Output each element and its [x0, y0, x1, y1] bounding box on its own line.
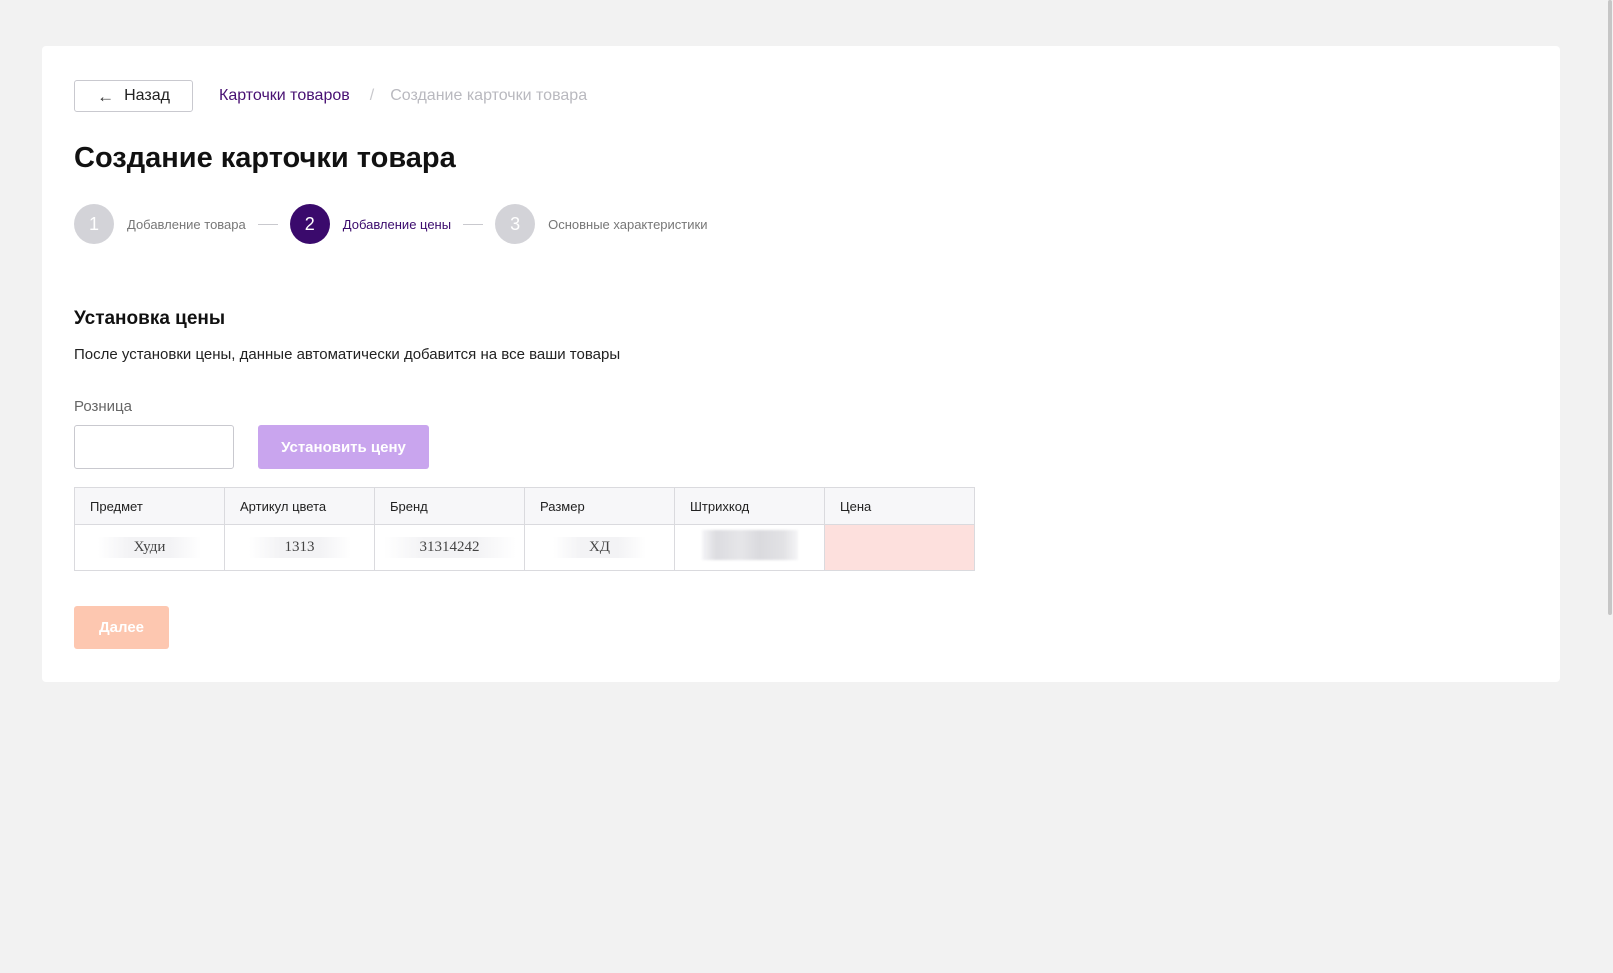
main-card: ← Назад Карточки товаров / Создание карт… — [42, 46, 1560, 682]
barcode-blurred — [701, 530, 798, 560]
step-connector — [257, 223, 278, 225]
column-header-subject: Предмет — [74, 487, 225, 525]
breadcrumb-current: Создание карточки товара — [390, 87, 588, 104]
step-number-1: 1 — [74, 204, 114, 244]
column-header-color-article: Артикул цвета — [224, 487, 375, 525]
set-price-button[interactable]: Установить цену — [258, 425, 429, 469]
column-header-size: Размер — [524, 487, 675, 525]
step-add-price: 2 Добавление цены — [289, 204, 452, 244]
column-header-price: Цена — [824, 487, 975, 525]
step-label-main-characteristics: Основные характеристики — [548, 216, 708, 232]
cell-price[interactable] — [824, 524, 975, 571]
cell-subject: Худи — [74, 524, 225, 571]
retail-field-label: Розница — [74, 398, 132, 415]
next-button[interactable]: Далее — [74, 606, 169, 649]
back-button[interactable]: ← Назад — [74, 80, 193, 112]
table-header-row: Предмет Артикул цвета Бренд Размер Штрих… — [74, 487, 975, 525]
step-add-product: 1 Добавление товара — [74, 204, 246, 244]
table-row: Худи 1313 31314242 ХД — [74, 524, 975, 571]
step-connector — [463, 223, 484, 225]
cell-size: ХД — [524, 524, 675, 571]
products-table: Предмет Артикул цвета Бренд Размер Штрих… — [74, 487, 975, 571]
step-label-add-product: Добавление товара — [127, 216, 246, 232]
step-number-2: 2 — [289, 204, 330, 244]
breadcrumb-link-product-cards[interactable]: Карточки товаров — [219, 87, 350, 105]
retail-price-input[interactable] — [74, 425, 234, 469]
column-header-brand: Бренд — [374, 487, 525, 525]
cell-color-article-value: 1313 — [248, 537, 351, 558]
step-number-3: 3 — [495, 204, 536, 244]
step-label-add-price: Добавление цены — [342, 216, 452, 232]
arrow-left-icon: ← — [97, 86, 115, 106]
cell-brand: 31314242 — [374, 524, 525, 571]
breadcrumb: Карточки товаров / Создание карточки тов… — [219, 87, 587, 105]
section-title-price: Установка цены — [74, 308, 226, 329]
cell-brand-value: 31314242 — [383, 537, 516, 558]
column-header-barcode: Штрихкод — [674, 487, 825, 525]
top-bar: ← Назад Карточки товаров / Создание карт… — [74, 80, 587, 112]
section-description: После установки цены, данные автоматичес… — [74, 346, 621, 363]
page-scrollbar[interactable] — [1606, 0, 1613, 973]
breadcrumb-separator: / — [369, 87, 375, 104]
cell-size-value: ХД — [552, 537, 647, 558]
scrollbar-thumb[interactable] — [1608, 0, 1612, 615]
stepper: 1 Добавление товара 2 Добавление цены 3 … — [74, 204, 707, 244]
cell-barcode — [674, 524, 825, 571]
back-button-label: Назад — [124, 87, 170, 104]
step-main-characteristics: 3 Основные характеристики — [495, 204, 707, 244]
page-title: Создание карточки товара — [74, 142, 456, 174]
cell-subject-value: Худи — [97, 537, 202, 558]
cell-color-article: 1313 — [224, 524, 375, 571]
